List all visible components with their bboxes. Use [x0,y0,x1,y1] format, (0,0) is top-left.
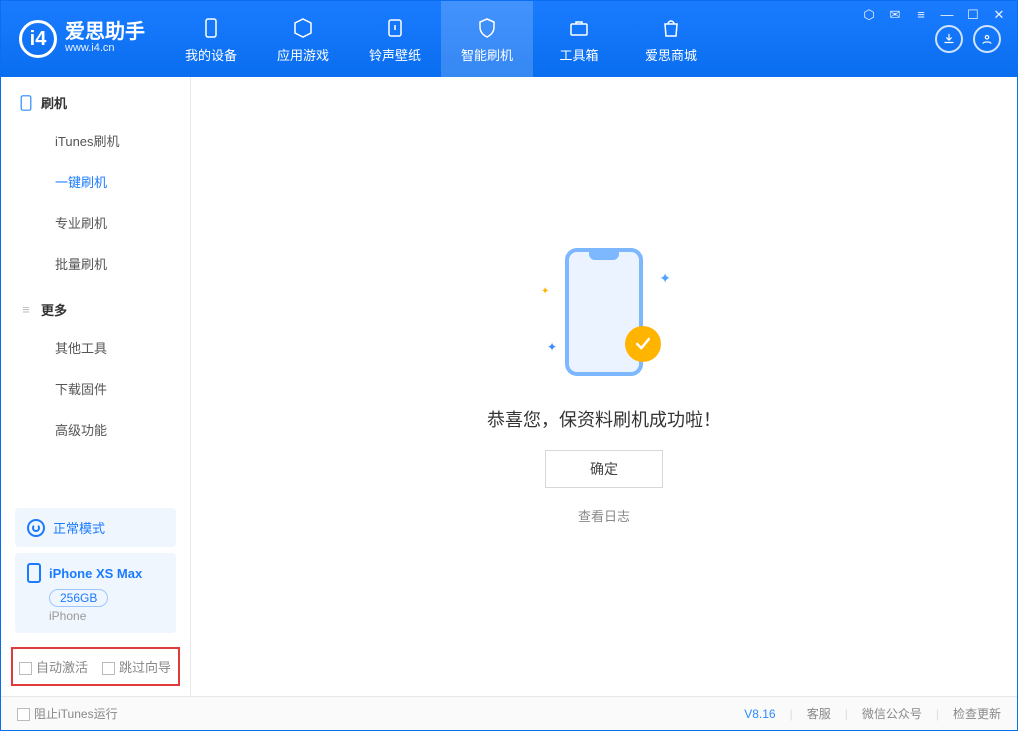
success-illustration: ✦ ✦ ✦ [519,248,689,388]
skip-guide-checkbox[interactable]: 跳过向导 [102,657,171,676]
sidebar: 刷机 iTunes刷机 一键刷机 专业刷机 批量刷机 ≡ 更多 其他工具 下载固… [1,77,191,696]
body: 刷机 iTunes刷机 一键刷机 专业刷机 批量刷机 ≡ 更多 其他工具 下载固… [1,77,1017,696]
logo-text: 爱思助手 www.i4.cn [65,22,145,55]
sidebar-item-itunes-flash[interactable]: iTunes刷机 [1,120,190,161]
version-label: V8.16 [744,707,775,721]
check-icon [625,326,661,362]
footer: 阻止iTunes运行 V8.16 | 客服 | 微信公众号 | 检查更新 [1,696,1017,730]
tab-ringtones[interactable]: 铃声壁纸 [349,1,441,77]
phone-icon [19,96,33,110]
sidebar-item-oneclick-flash[interactable]: 一键刷机 [1,161,190,202]
close-icon[interactable]: ✕ [991,7,1007,23]
highlighted-options-box: 自动激活 跳过向导 [11,647,180,686]
auto-activate-label: 自动激活 [36,660,88,675]
music-icon [382,15,408,41]
block-itunes-checkbox[interactable]: 阻止iTunes运行 [17,705,118,722]
sidebar-section-flash: 刷机 [1,77,190,120]
skip-guide-label: 跳过向导 [119,660,171,675]
tab-toolbox[interactable]: 工具箱 [533,1,625,77]
sidebar-item-download-firmware[interactable]: 下载固件 [1,368,190,409]
success-message: 恭喜您，保资料刷机成功啦！ [487,406,721,432]
footer-link-support[interactable]: 客服 [807,705,831,722]
device-small-icon [27,563,41,583]
device-name: iPhone XS Max [49,566,142,581]
tab-label: 爱思商城 [645,45,697,64]
device-type: iPhone [49,609,164,623]
window-controls: ⬡ ✉ ≡ — ☐ ✕ [861,7,1007,23]
toolbox-icon [566,15,592,41]
tab-label: 智能刷机 [461,45,513,64]
logo[interactable]: i4 爱思助手 www.i4.cn [1,1,165,77]
feedback-icon[interactable]: ✉ [887,7,903,23]
tab-apps-games[interactable]: 应用游戏 [257,1,349,77]
app-window: ⬡ ✉ ≡ — ☐ ✕ i4 爱思助手 www.i4.cn 我的设备 应用游戏 [0,0,1018,731]
minimize-icon[interactable]: — [939,7,955,23]
app-name-cn: 爱思助手 [65,22,145,42]
storage-badge: 256GB [49,589,108,607]
download-icon[interactable] [935,25,963,53]
sparkle-icon: ✦ [659,270,671,287]
footer-link-update[interactable]: 检查更新 [953,705,1001,722]
mode-label: 正常模式 [53,518,105,537]
menu-icon[interactable]: ≡ [913,7,929,23]
tab-label: 铃声壁纸 [369,45,421,64]
sparkle-icon: ✦ [547,340,557,354]
logo-icon: i4 [19,20,57,58]
tab-my-device[interactable]: 我的设备 [165,1,257,77]
view-log-link[interactable]: 查看日志 [578,506,630,525]
sidebar-item-batch-flash[interactable]: 批量刷机 [1,243,190,284]
nav-tabs: 我的设备 应用游戏 铃声壁纸 智能刷机 工具箱 爱思商城 [165,1,717,77]
mode-icon [27,519,45,537]
bag-icon [658,15,684,41]
block-itunes-label: 阻止iTunes运行 [34,707,118,721]
sidebar-item-other-tools[interactable]: 其他工具 [1,327,190,368]
footer-link-wechat[interactable]: 微信公众号 [862,705,922,722]
list-icon: ≡ [19,303,33,317]
device-icon [198,15,224,41]
tab-label: 工具箱 [559,45,598,64]
sparkle-icon: ✦ [541,286,549,297]
device-card[interactable]: iPhone XS Max 256GB iPhone [15,553,176,633]
section-title: 刷机 [41,93,67,112]
mode-card[interactable]: 正常模式 [15,508,176,547]
sidebar-section-more: ≡ 更多 [1,284,190,327]
skin-icon[interactable]: ⬡ [861,7,877,23]
tab-label: 应用游戏 [277,45,329,64]
cube-icon [290,15,316,41]
sidebar-item-advanced[interactable]: 高级功能 [1,409,190,450]
user-icon[interactable] [973,25,1001,53]
main-content: ✦ ✦ ✦ 恭喜您，保资料刷机成功啦！ 确定 查看日志 [191,77,1017,696]
ok-button[interactable]: 确定 [545,450,663,488]
app-name-en: www.i4.cn [65,42,145,55]
auto-activate-checkbox[interactable]: 自动激活 [19,657,88,676]
tab-store[interactable]: 爱思商城 [625,1,717,77]
tab-label: 我的设备 [185,45,237,64]
section-title: 更多 [41,300,67,319]
shield-icon [474,15,500,41]
sidebar-item-pro-flash[interactable]: 专业刷机 [1,202,190,243]
tab-smart-flash[interactable]: 智能刷机 [441,1,533,77]
maximize-icon[interactable]: ☐ [965,7,981,23]
